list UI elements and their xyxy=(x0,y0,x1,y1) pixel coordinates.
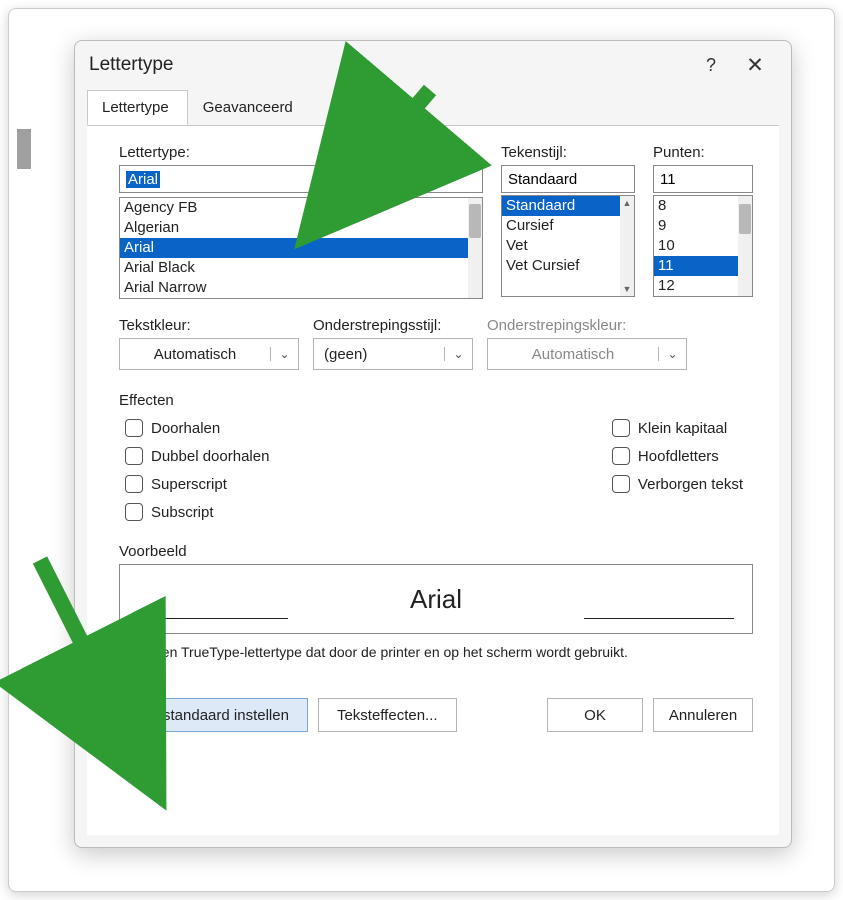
list-item[interactable]: 11 xyxy=(654,256,738,276)
set-as-default-button[interactable]: Als standaard instellen xyxy=(119,698,308,732)
dialog-tabs: Lettertype Geavanceerd xyxy=(75,89,791,125)
chevron-down-icon[interactable]: ⌄ xyxy=(270,347,298,361)
effects-title: Effecten xyxy=(119,392,753,409)
style-input[interactable] xyxy=(501,165,635,193)
effects-group: Doorhalen Dubbel doorhalen Superscript S… xyxy=(119,419,753,521)
preview-sample: Arial xyxy=(410,584,462,615)
checkbox-double-strikethrough[interactable]: Dubbel doorhalen xyxy=(125,447,269,465)
underline-dropdown[interactable]: (geen) ⌄ xyxy=(313,338,473,370)
chevron-down-icon: ⌄ xyxy=(658,347,686,361)
help-button[interactable]: ? xyxy=(689,55,733,76)
checkbox-strikethrough[interactable]: Doorhalen xyxy=(125,419,269,437)
list-item[interactable]: Algerian xyxy=(120,218,468,238)
fontcolor-label: Tekstkleur: xyxy=(119,317,299,334)
list-item[interactable]: 10 xyxy=(654,236,738,256)
underlinecolor-dropdown: Automatisch ⌄ xyxy=(487,338,687,370)
list-item[interactable]: Arial Narrow xyxy=(120,278,468,298)
preview-title: Voorbeeld xyxy=(119,543,753,560)
size-listbox[interactable]: 8 9 10 11 12 xyxy=(653,195,753,297)
font-input[interactable]: Arial xyxy=(119,165,483,193)
text-effects-button[interactable]: Teksteffecten... xyxy=(318,698,457,732)
scrollbar[interactable] xyxy=(468,198,482,298)
ok-button[interactable]: OK xyxy=(547,698,643,732)
scroll-up-icon[interactable]: ▲ xyxy=(620,196,634,210)
checkbox-superscript[interactable]: Superscript xyxy=(125,475,269,493)
list-item[interactable]: 8 xyxy=(654,196,738,216)
dialog-titlebar: Lettertype ? ✕ xyxy=(75,41,791,89)
scroll-down-icon[interactable]: ▼ xyxy=(620,282,634,296)
scrollbar[interactable]: ▲ ▼ xyxy=(620,196,634,296)
list-item[interactable]: Cursief xyxy=(502,216,620,236)
underline-label: Onderstrepingsstijl: xyxy=(313,317,473,334)
fontcolor-dropdown[interactable]: Automatisch ⌄ xyxy=(119,338,299,370)
checkbox-allcaps[interactable]: Hoofdletters xyxy=(612,447,743,465)
list-item[interactable]: Agency FB xyxy=(120,198,468,218)
checkbox-subscript[interactable]: Subscript xyxy=(125,503,269,521)
checkbox-smallcaps[interactable]: Klein kapitaal xyxy=(612,419,743,437)
page-margin-stub xyxy=(17,129,31,169)
list-item[interactable]: Arial xyxy=(120,238,468,258)
size-label: Punten: xyxy=(653,144,753,161)
chevron-down-icon[interactable]: ⌄ xyxy=(444,347,472,361)
style-label: Tekenstijl: xyxy=(501,144,635,161)
close-button[interactable]: ✕ xyxy=(733,53,777,78)
underlinecolor-label: Onderstrepingskleur: xyxy=(487,317,687,334)
dialog-title: Lettertype xyxy=(89,54,174,76)
list-item[interactable]: 9 xyxy=(654,216,738,236)
preview-hint: Dit is een TrueType-lettertype dat door … xyxy=(119,644,753,660)
font-listbox[interactable]: Agency FB Algerian Arial Arial Black Ari… xyxy=(119,197,483,299)
checkbox-hidden[interactable]: Verborgen tekst xyxy=(612,475,743,493)
font-dialog: Lettertype ? ✕ Lettertype Geavanceerd Le… xyxy=(74,40,792,848)
preview-box: Arial xyxy=(119,564,753,634)
cancel-button[interactable]: Annuleren xyxy=(653,698,753,732)
list-item[interactable]: Standaard xyxy=(502,196,620,216)
font-label: Lettertype: xyxy=(119,144,483,161)
list-item[interactable]: 12 xyxy=(654,276,738,296)
scrollbar[interactable] xyxy=(738,196,752,296)
button-row: Als standaard instellen Teksteffecten...… xyxy=(119,698,753,732)
list-item[interactable]: Vet xyxy=(502,236,620,256)
style-listbox[interactable]: Standaard Cursief Vet Vet Cursief ▲ ▼ xyxy=(501,195,635,297)
dialog-content: Lettertype: Arial Agency FB Algerian Ari… xyxy=(87,125,779,835)
size-input[interactable] xyxy=(653,165,753,193)
tab-font[interactable]: Lettertype xyxy=(87,90,188,125)
list-item[interactable]: Arial Black xyxy=(120,258,468,278)
list-item[interactable]: Vet Cursief xyxy=(502,256,620,276)
tab-advanced[interactable]: Geavanceerd xyxy=(188,90,312,125)
